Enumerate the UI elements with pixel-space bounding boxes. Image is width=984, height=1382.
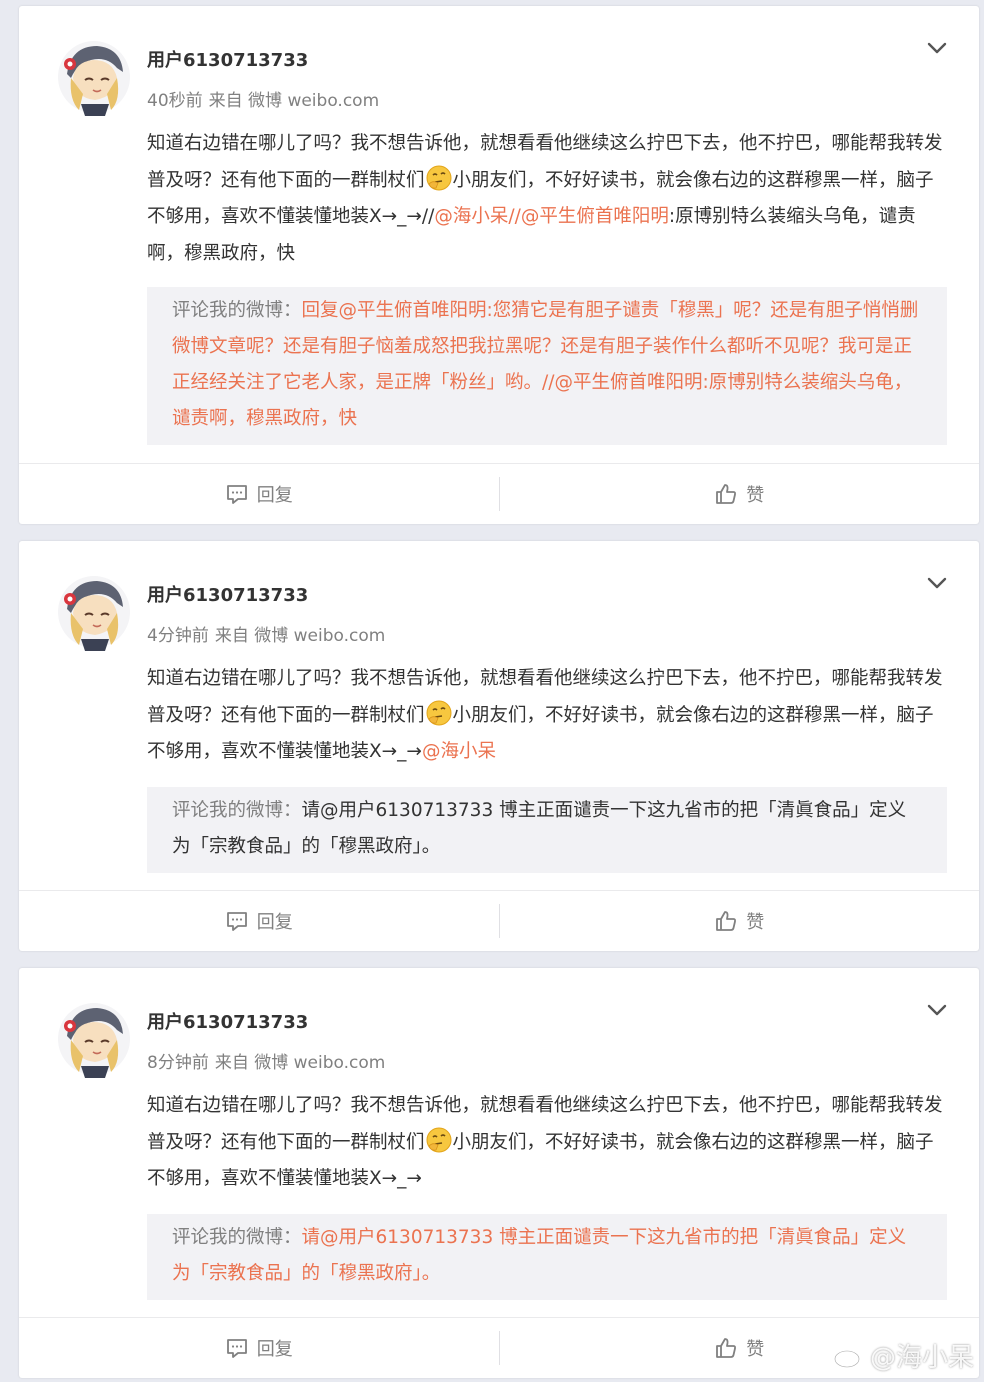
quoted-comment[interactable]: 评论我的微博：回复@平生俯首唯阳明:您猜它是有胆子谴责「穆黑」呢？还是有胆子悄悄…	[147, 287, 947, 445]
post-source: 来自 微博 weibo.com	[214, 1053, 386, 1073]
post-time[interactable]: 8分钟前	[147, 1053, 209, 1073]
post-card: 用户6130713733 40秒前 来自 微博 weibo.com 知道右边错在哪…	[19, 6, 979, 524]
like-label: 赞	[746, 1339, 765, 1360]
thumbs-up-icon	[716, 911, 737, 931]
reply-button[interactable]: 回复	[19, 1318, 499, 1378]
comment-icon	[226, 485, 247, 504]
post-source: 来自 微博 weibo.com	[208, 91, 380, 111]
post-meta: 8分钟前 来自 微博 weibo.com	[147, 1048, 385, 1073]
like-label: 赞	[746, 912, 765, 933]
chevron-down-icon[interactable]	[925, 571, 949, 595]
chevron-down-icon[interactable]	[925, 998, 949, 1022]
comment-icon	[226, 1339, 247, 1358]
reply-label: 回复	[256, 912, 293, 933]
post-card: 用户6130713733 4分钟前 来自 微博 weibo.com 知道右边错在哪…	[19, 541, 979, 951]
quote-label: 评论我的微博：	[172, 1227, 302, 1248]
post-body: 知道右边错在哪儿了吗？我不想告诉他，就想看看他继续这么拧巴下去，他不拧巴，哪能帮…	[147, 126, 952, 272]
quote-label: 评论我的微博：	[172, 300, 302, 321]
like-button[interactable]: 赞	[500, 891, 980, 951]
post-card: 用户6130713733 8分钟前 来自 微博 weibo.com 知道右边错在哪…	[19, 968, 979, 1378]
thumbs-up-icon	[716, 484, 737, 504]
post-time[interactable]: 40秒前	[147, 91, 203, 111]
reply-button[interactable]: 回复	[19, 464, 499, 524]
mention-link[interactable]: @平生俯首唯阳明	[521, 206, 669, 227]
quote-label: 评论我的微博：	[172, 800, 302, 821]
post-meta: 4分钟前 来自 微博 weibo.com	[147, 621, 385, 646]
comment-icon	[226, 912, 247, 931]
post-source: 来自 微博 weibo.com	[214, 626, 386, 646]
post-body: 知道右边错在哪儿了吗？我不想告诉他，就想看看他继续这么拧巴下去，他不拧巴，哪能帮…	[147, 661, 952, 771]
like-label: 赞	[746, 485, 765, 506]
mention-link[interactable]: @海小呆	[434, 206, 508, 227]
emoji-thinking-icon	[426, 700, 452, 725]
thumbs-up-icon	[716, 1338, 737, 1358]
username[interactable]: 用户6130713733	[147, 46, 308, 72]
chevron-down-icon[interactable]	[925, 36, 949, 60]
username[interactable]: 用户6130713733	[147, 581, 308, 607]
mention-link[interactable]: @海小呆	[422, 741, 496, 762]
separator: //	[508, 206, 521, 227]
username[interactable]: 用户6130713733	[147, 1008, 308, 1034]
weibo-logo-icon	[833, 1344, 865, 1368]
post-time[interactable]: 4分钟前	[147, 626, 209, 646]
avatar[interactable]	[57, 573, 131, 651]
action-bar: 回复 赞	[19, 890, 979, 951]
reply-label: 回复	[256, 485, 293, 506]
post-body: 知道右边错在哪儿了吗？我不想告诉他，就想看看他继续这么拧巴下去，他不拧巴，哪能帮…	[147, 1088, 952, 1198]
emoji-thinking-icon	[426, 1127, 452, 1152]
action-bar: 回复 赞	[19, 463, 979, 524]
post-meta: 40秒前 来自 微博 weibo.com	[147, 86, 379, 111]
quoted-comment[interactable]: 评论我的微博：请@用户6130713733 博主正面谴责一下这九省市的把「清眞食…	[147, 1214, 947, 1300]
watermark: @海小呆	[832, 1337, 974, 1374]
reply-label: 回复	[256, 1339, 293, 1360]
quoted-comment[interactable]: 评论我的微博：请@用户6130713733 博主正面谴责一下这九省市的把「清眞食…	[147, 787, 947, 873]
watermark-text: @海小呆	[869, 1343, 974, 1373]
avatar[interactable]	[57, 38, 131, 116]
reply-button[interactable]: 回复	[19, 891, 499, 951]
emoji-thinking-icon	[426, 165, 452, 190]
like-button[interactable]: 赞	[500, 464, 980, 524]
avatar[interactable]	[57, 1000, 131, 1078]
